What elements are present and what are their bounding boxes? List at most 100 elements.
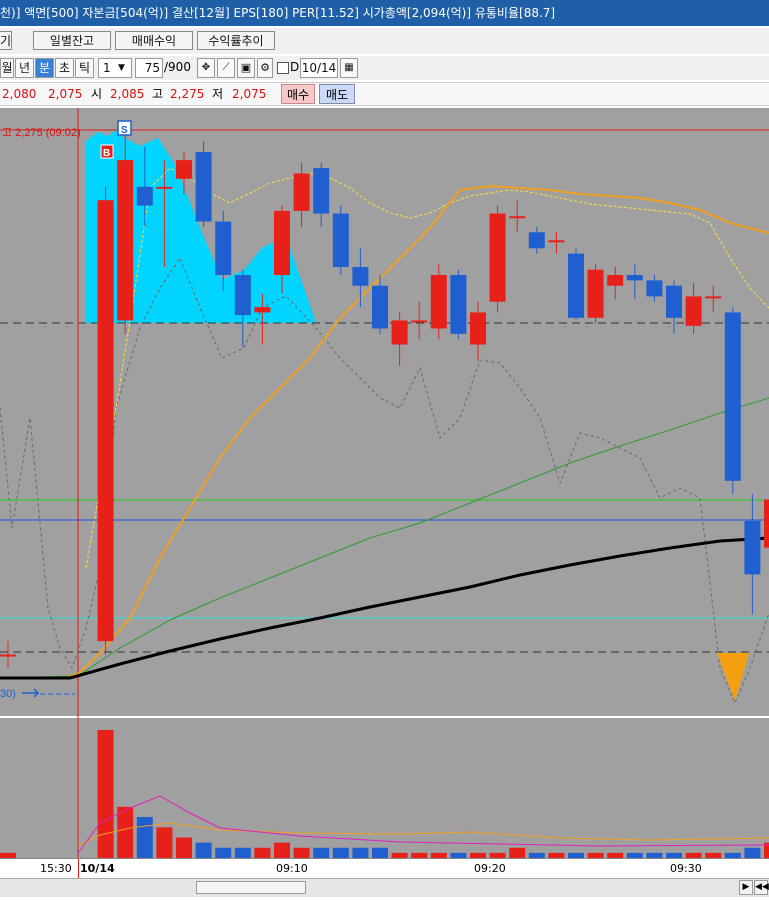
count-max: /900: [164, 60, 191, 74]
volume-bar: [254, 847, 271, 858]
price-prev: 2,075: [48, 87, 83, 101]
candle-body: [136, 186, 153, 206]
candle-body: [254, 307, 271, 313]
price-row: 2,080 2,075 시 2,085 고 2,275 저 2,075 매수 매…: [0, 82, 769, 106]
volume-bar: [136, 817, 153, 858]
volume-panel-bg: [0, 718, 769, 860]
trading-profit-button[interactable]: 매매수익: [115, 31, 193, 50]
volume-bar: [332, 847, 349, 858]
candle-body: [117, 160, 134, 321]
period-month[interactable]: 월: [0, 58, 14, 78]
candle-body: [293, 173, 310, 211]
candle-body: [234, 275, 251, 316]
period-toolbar: 월 년 분 초 틱 1 ▼ 75 /900 ✥ ⟋ ▣ ⚙ D 10/14 ▦: [0, 56, 769, 80]
volume-bar: [97, 730, 114, 858]
price-chart[interactable]: 고 2,275 (09:02) 30) B S: [0, 108, 769, 860]
candle-body: [568, 253, 584, 318]
candle-body: [352, 267, 369, 286]
partial-left-button[interactable]: 기: [0, 31, 12, 50]
crosshair-icon[interactable]: ✥: [197, 58, 215, 78]
gear-icon[interactable]: ⚙: [257, 58, 273, 78]
volume-bar: [293, 847, 310, 858]
daily-balance-button[interactable]: 일별잔고: [33, 31, 111, 50]
candle-body: [156, 186, 173, 189]
count-input[interactable]: 75: [135, 58, 163, 78]
volume-bar: [195, 842, 212, 858]
high-label: 고: [152, 87, 164, 101]
low-label: 저: [212, 87, 224, 101]
return-trend-button[interactable]: 수익률추이: [197, 31, 275, 50]
scroll-end-icon[interactable]: ◀◀: [754, 880, 769, 895]
high-annotation: 고 2,275 (09:02): [2, 127, 81, 139]
volume-bar: [313, 847, 330, 858]
stock-info-text: 천)] 액면[500] 자본금[504(억)] 결산[12월] EPS[180]…: [0, 6, 556, 20]
low-annotation: 30): [0, 688, 16, 700]
high-value: 2,275: [170, 87, 205, 101]
panel-divider: [0, 716, 769, 718]
candle-body: [470, 312, 486, 345]
scrollbar-thumb[interactable]: [196, 881, 306, 894]
candle-body: [489, 213, 506, 302]
interval-value: 1: [103, 61, 111, 75]
line-tool-icon[interactable]: ⟋: [217, 58, 235, 78]
candle-body: [587, 269, 604, 318]
top-toolbar: 기 일별잔고 매매수익 수익률추이: [0, 28, 769, 54]
svg-text:S: S: [121, 125, 128, 136]
candle-body: [332, 213, 349, 267]
d-checkbox-label: D: [290, 60, 300, 74]
candle-body: [97, 200, 114, 642]
period-minute[interactable]: 분: [35, 58, 54, 78]
candle-body: [450, 275, 467, 334]
candle-body: [646, 280, 663, 297]
candle-body: [391, 320, 408, 345]
candle-body: [372, 285, 388, 329]
candle-body: [626, 275, 643, 281]
candle-body: [313, 168, 330, 214]
open-label: 시: [91, 87, 103, 101]
candle-body: [666, 285, 682, 318]
chevron-down-icon[interactable]: ▼: [118, 59, 130, 77]
period-tick[interactable]: 틱: [75, 58, 94, 78]
save-icon[interactable]: ▣: [237, 58, 255, 78]
volume-bar: [117, 806, 134, 858]
candle-body: [509, 216, 526, 219]
stock-info-bar: 천)] 액면[500] 자본금[504(억)] 결산[12월] EPS[180]…: [0, 0, 769, 26]
scroll-right-icon[interactable]: ▶: [739, 880, 753, 895]
x-axis: 15:30 10/14 09:10 09:20 09:30: [0, 858, 769, 879]
candle-body: [274, 210, 290, 276]
horizontal-scrollbar[interactable]: ▶ ◀◀: [0, 878, 769, 897]
open-value: 2,085: [110, 87, 145, 101]
sell-marker: S: [117, 120, 132, 136]
candle-body: [744, 520, 761, 575]
volume-bar: [234, 847, 251, 858]
calendar-icon[interactable]: ▦: [340, 58, 358, 78]
buy-button[interactable]: 매수: [281, 84, 315, 104]
sell-button[interactable]: 매도: [319, 84, 355, 104]
candle-body: [195, 152, 212, 222]
svg-text:B: B: [103, 148, 110, 159]
chart-area[interactable]: 고 2,275 (09:02) 30) B S: [0, 108, 769, 860]
volume-bar: [509, 847, 526, 858]
x-label-1530: 15:30: [40, 862, 72, 875]
x-axis-red-marker: [78, 859, 79, 879]
volume-bar: [176, 837, 192, 858]
x-label-0930: 09:30: [670, 862, 702, 875]
interval-select[interactable]: 1 ▼: [98, 58, 132, 78]
volume-bar: [156, 827, 173, 858]
candle-body: [548, 240, 565, 243]
period-year[interactable]: 년: [15, 58, 34, 78]
candle-body: [0, 654, 16, 657]
volume-bar: [215, 847, 232, 858]
candle-body: [607, 275, 624, 286]
candle-body: [215, 221, 232, 276]
volume-bar: [352, 847, 369, 858]
date-input[interactable]: 10/14: [300, 58, 338, 78]
volume-bar: [372, 847, 388, 858]
d-checkbox[interactable]: [277, 62, 289, 74]
x-label-date: 10/14: [80, 862, 115, 875]
x-label-0910: 09:10: [276, 862, 308, 875]
period-second[interactable]: 초: [55, 58, 74, 78]
candle-body: [528, 232, 545, 249]
volume-bar: [744, 847, 761, 858]
low-value: 2,075: [232, 87, 267, 101]
